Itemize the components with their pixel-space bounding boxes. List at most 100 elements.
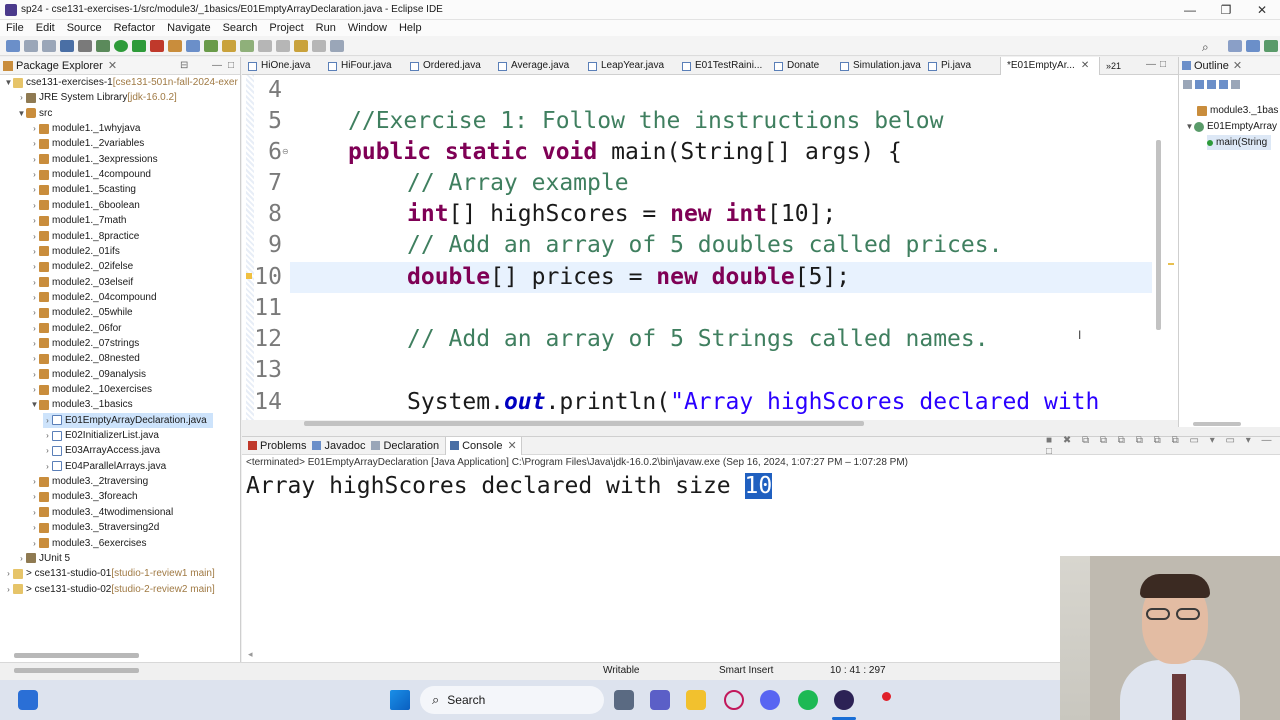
fold-icon[interactable]: ⊖ <box>282 147 289 156</box>
teams-icon[interactable] <box>650 690 670 710</box>
pin-editor-icon[interactable] <box>330 39 344 52</box>
collapsed-icon[interactable]: › <box>30 382 39 397</box>
editor-maximize-icon[interactable]: □ <box>1160 59 1166 70</box>
hide-local-types-icon[interactable] <box>1231 79 1240 89</box>
save-icon[interactable] <box>24 39 38 52</box>
tree-item[interactable]: › module2._02ifelse <box>30 259 133 274</box>
tab-ordered[interactable]: Ordered.java <box>410 57 481 75</box>
tree-item[interactable]: ▼ src <box>17 106 53 121</box>
minimize-view-icon[interactable]: — <box>212 60 222 71</box>
hide-nonpublic-icon[interactable] <box>1219 79 1228 89</box>
expanded-icon[interactable]: ▼ <box>4 75 13 90</box>
close-view-icon[interactable]: ✕ <box>108 59 117 72</box>
expanded-icon[interactable]: ▼ <box>17 106 26 121</box>
collapsed-icon[interactable]: › <box>30 213 39 228</box>
new-java-project-icon[interactable] <box>168 39 182 52</box>
menu-navigate[interactable]: Navigate <box>161 22 216 34</box>
editor-horizontal-scrollbar[interactable] <box>304 421 864 426</box>
collapsed-icon[interactable]: › <box>30 336 39 351</box>
tab-hione[interactable]: HiOne.java <box>248 57 310 75</box>
tree-item[interactable]: › > cse131-studio-01 [studio-1-review1 ma… <box>4 566 215 581</box>
hide-static-icon[interactable] <box>1207 79 1216 89</box>
collapsed-icon[interactable]: › <box>4 582 13 597</box>
open-type-icon[interactable] <box>222 39 236 52</box>
tree-item[interactable]: › module2._10exercises <box>30 382 152 397</box>
close-button[interactable]: ✕ <box>1244 0 1280 20</box>
tree-item[interactable]: › > cse131-studio-02 [studio-2-review2 ma… <box>4 582 215 597</box>
tree-item[interactable]: › module3._5traversing2d <box>30 520 159 535</box>
close-tab-icon[interactable]: ✕ <box>1081 57 1089 75</box>
tree-item[interactable]: › module2._08nested <box>30 351 140 366</box>
prev-annotation-icon[interactable] <box>276 39 290 52</box>
tree-item[interactable]: › module2._01ifs <box>30 244 120 259</box>
open-perspective-icon[interactable] <box>1228 39 1242 52</box>
new-class-icon[interactable] <box>204 39 218 52</box>
annotation-icon[interactable] <box>258 39 272 52</box>
collapsed-icon[interactable]: › <box>30 474 39 489</box>
collapsed-icon[interactable]: › <box>30 259 39 274</box>
collapsed-icon[interactable]: › <box>43 443 52 458</box>
run-icon[interactable] <box>114 39 128 52</box>
maximize-view-icon[interactable]: □ <box>228 60 234 71</box>
record-icon[interactable] <box>876 690 896 710</box>
sort-icon[interactable] <box>1183 79 1192 89</box>
tab-simulation[interactable]: Simulation.java <box>840 57 921 75</box>
menu-project[interactable]: Project <box>263 22 309 34</box>
java-perspective-icon[interactable] <box>1246 39 1260 52</box>
tree-item-file[interactable]: › E01EmptyArrayDeclaration.java <box>43 412 213 428</box>
outline-item-method[interactable]: main(String <box>1207 135 1272 150</box>
windows-start-icon[interactable] <box>390 690 410 710</box>
collapsed-icon[interactable]: › <box>4 566 13 581</box>
tab-average[interactable]: Average.java <box>498 57 569 75</box>
tree-item[interactable]: › module1._6boolean <box>30 198 140 213</box>
skip-breakpoints-icon[interactable] <box>78 39 92 52</box>
search-toolbar-icon[interactable] <box>240 39 254 52</box>
collapsed-icon[interactable]: › <box>30 520 39 535</box>
widgets-icon[interactable] <box>18 690 38 710</box>
collapsed-icon[interactable]: › <box>17 90 26 105</box>
outline-item-package[interactable]: module3._1bas <box>1197 103 1278 118</box>
tree-item[interactable]: › module2._09analysis <box>30 367 146 382</box>
tab-hifour[interactable]: HiFour.java <box>328 57 392 75</box>
package-explorer-title[interactable]: Package Explorer <box>16 60 103 72</box>
expanded-icon[interactable]: ▼ <box>30 397 39 412</box>
coverage-icon[interactable] <box>132 39 146 52</box>
collapse-all-icon[interactable]: ⊟ <box>180 60 188 71</box>
discord-icon[interactable] <box>760 690 780 710</box>
tree-item[interactable]: › module2._03elseif <box>30 275 133 290</box>
collapsed-icon[interactable]: › <box>30 198 39 213</box>
tab-donate[interactable]: Donate <box>774 57 819 75</box>
tree-item[interactable]: › module1._2variables <box>30 136 144 151</box>
tree-item[interactable]: › module1._3expressions <box>30 152 157 167</box>
collapsed-icon[interactable]: › <box>30 305 39 320</box>
tree-item[interactable]: › module2._05while <box>30 305 132 320</box>
collapsed-icon[interactable]: › <box>30 351 39 366</box>
collapsed-icon[interactable]: › <box>30 321 39 336</box>
app-icon[interactable] <box>724 690 744 710</box>
taskbar-search[interactable]: ⌕ Search <box>420 686 604 714</box>
tree-item-file[interactable]: › E02InitializerList.java <box>43 428 159 443</box>
editor-minimize-icon[interactable]: — <box>1146 59 1156 70</box>
outline-scrollbar[interactable] <box>1193 422 1241 426</box>
menu-refactor[interactable]: Refactor <box>108 22 162 34</box>
tree-item[interactable]: › module1._7math <box>30 213 126 228</box>
tree-item[interactable]: › module2._07strings <box>30 336 139 351</box>
collapsed-icon[interactable]: › <box>30 505 39 520</box>
tree-item[interactable]: › module2._04compound <box>30 290 156 305</box>
collapsed-icon[interactable]: › <box>43 413 52 428</box>
minimize-button[interactable]: — <box>1172 0 1208 20</box>
tab-problems[interactable]: Problems <box>260 440 306 452</box>
console-scroll-left-icon[interactable]: ◂ <box>248 649 253 660</box>
search-icon[interactable]: ⌕ <box>1202 40 1216 54</box>
tree-item[interactable]: › module3._4twodimensional <box>30 505 173 520</box>
maximize-button[interactable]: ❐ <box>1208 0 1244 20</box>
collapsed-icon[interactable]: › <box>43 428 52 443</box>
menu-help[interactable]: Help <box>393 22 428 34</box>
collapsed-icon[interactable]: › <box>30 167 39 182</box>
collapsed-icon[interactable]: › <box>30 121 39 136</box>
tab-javadoc[interactable]: Javadoc <box>324 440 365 452</box>
eclipse-taskbar-icon[interactable] <box>834 690 854 710</box>
spotify-icon[interactable] <box>798 690 818 710</box>
tab-pi[interactable]: Pi.java <box>928 57 971 75</box>
collapsed-icon[interactable]: › <box>30 489 39 504</box>
